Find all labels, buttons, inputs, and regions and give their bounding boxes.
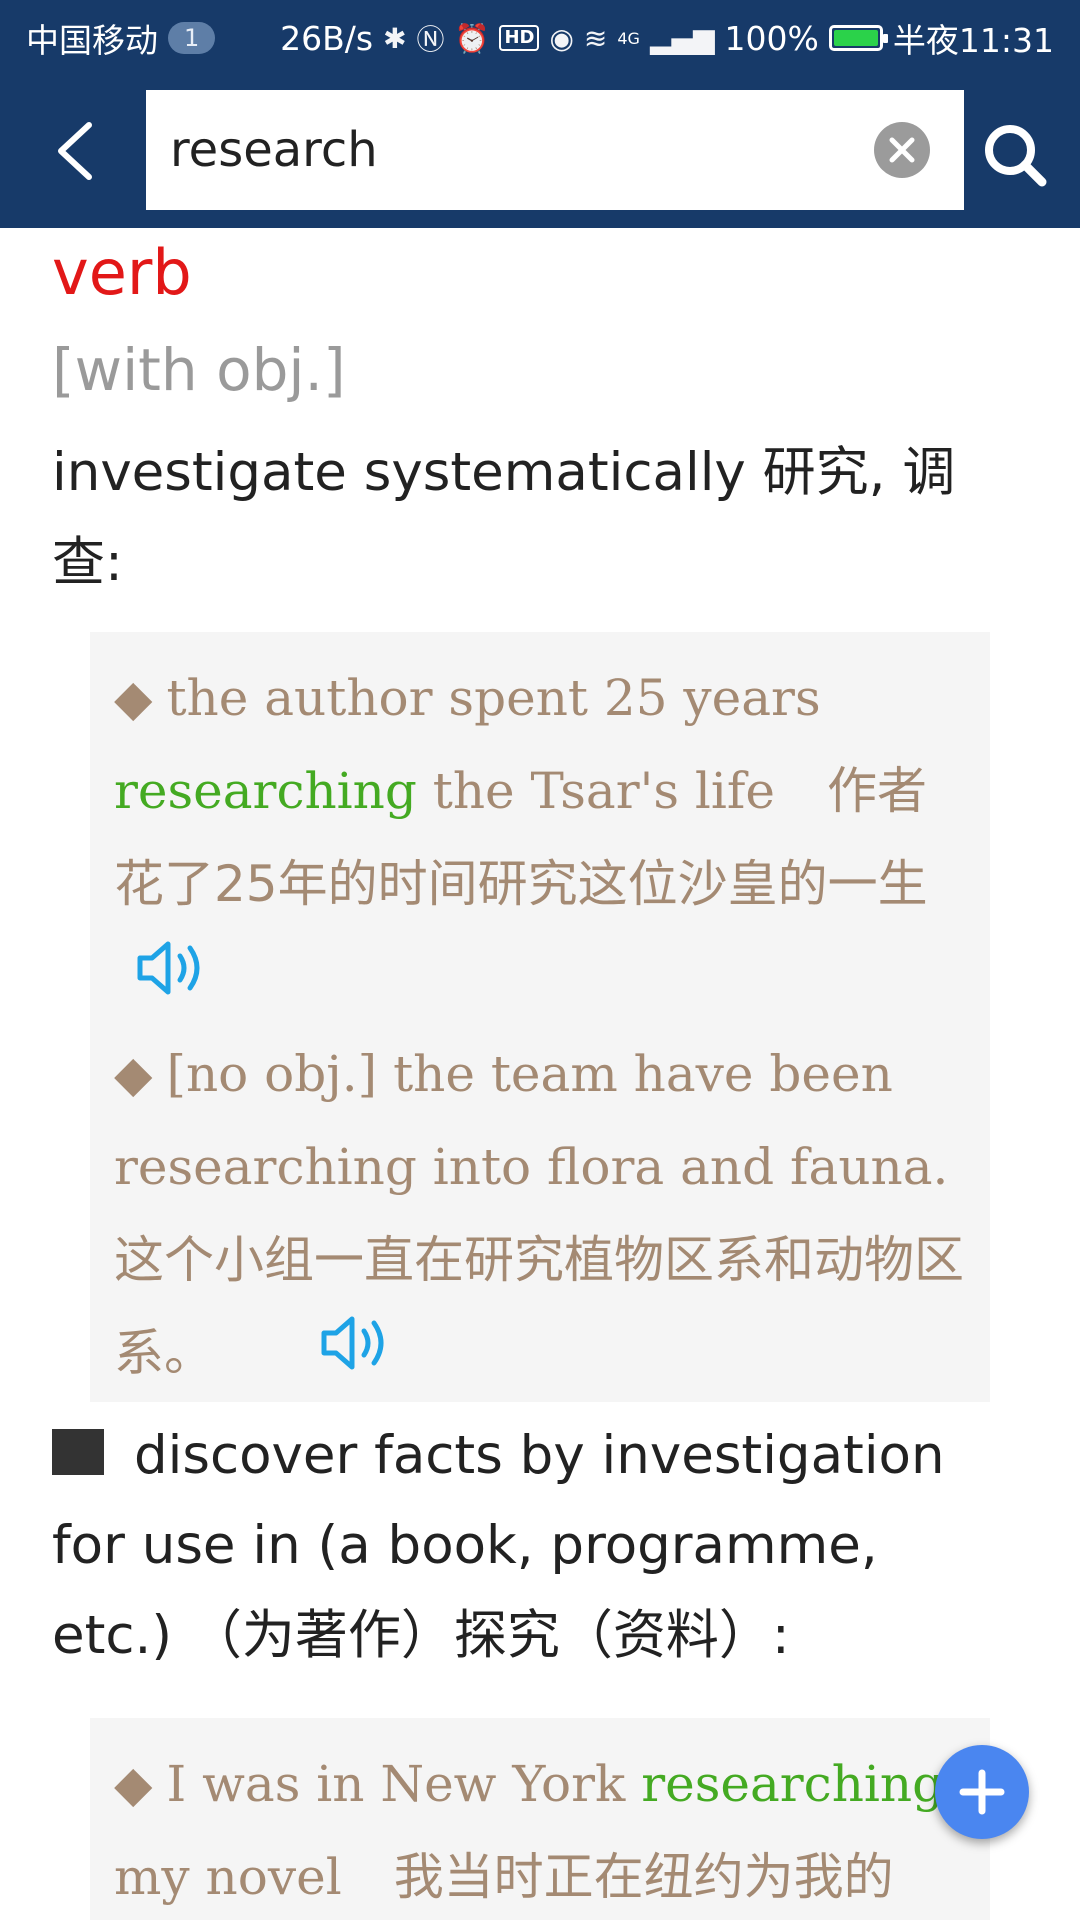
speaker-icon bbox=[321, 1316, 384, 1370]
diamond-bullet-icon: ◆ bbox=[114, 1755, 153, 1813]
example-1: ◆ the author spent 25 years researching t… bbox=[114, 652, 966, 1028]
speaker-button[interactable] bbox=[136, 935, 210, 1028]
sense-2-examples: ◆ I was in New York researching my novel 我… bbox=[90, 1718, 990, 1920]
battery-icon bbox=[828, 25, 888, 51]
clear-circle-icon bbox=[889, 137, 915, 163]
sense-2-definition: discover facts by investigation for use … bbox=[52, 1411, 1012, 1681]
grammar-note: [with obj.] bbox=[52, 336, 346, 404]
diamond-bullet-icon: ◆ bbox=[114, 669, 153, 727]
search-box bbox=[146, 90, 964, 210]
alarm-icon: ⏰ bbox=[454, 21, 490, 55]
example-3-en-after: my novel bbox=[114, 1848, 342, 1906]
status-right: 26B/s ✱ Ⓝ ⏰ HD ◉ ≋ 4G ▂▄▆ 100% 半夜11:31 bbox=[280, 14, 1054, 62]
search-input[interactable] bbox=[170, 90, 870, 210]
sense-1-definition: investigate systematically 研究, 调查: bbox=[52, 442, 956, 593]
search-button[interactable] bbox=[980, 120, 1050, 190]
search-icon bbox=[985, 125, 1047, 187]
example-2: ◆ [no obj.] the team have been researchin… bbox=[114, 1028, 966, 1404]
sense-1-examples: ◆ the author spent 25 years researching t… bbox=[90, 632, 990, 1402]
eye-icon: ◉ bbox=[549, 21, 574, 55]
speaker-button[interactable] bbox=[320, 1310, 394, 1403]
diamond-bullet-icon: ◆ bbox=[114, 1044, 153, 1103]
battery-percent: 100% bbox=[724, 18, 819, 58]
example-3-en-before: I was in New York bbox=[166, 1755, 642, 1813]
sim-badge: 1 bbox=[168, 22, 216, 54]
hd-icon: HD bbox=[499, 25, 540, 51]
net-speed: 26B/s bbox=[280, 18, 374, 58]
nfc-icon: Ⓝ bbox=[416, 23, 445, 56]
example-1-en-after: the Tsar's life bbox=[416, 762, 775, 820]
network-type: 4G bbox=[617, 28, 640, 48]
clock-time: 半夜11:31 bbox=[892, 21, 1054, 60]
speaker-icon bbox=[137, 941, 200, 994]
bluetooth-icon: ✱ bbox=[383, 21, 407, 55]
dictionary-content[interactable]: verb [with obj.] investigate systematica… bbox=[0, 228, 1080, 1920]
example-3-highlight: researching bbox=[641, 1755, 945, 1813]
example-2-en: [no obj.] the team have been researching… bbox=[114, 1044, 949, 1196]
status-bar: 中国移动 1 26B/s ✱ Ⓝ ⏰ HD ◉ ≋ 4G ▂▄▆ 100% 半夜… bbox=[0, 0, 1080, 76]
example-1-highlight: researching bbox=[114, 762, 417, 820]
clear-button[interactable] bbox=[874, 122, 930, 178]
search-toolbar bbox=[0, 76, 1080, 228]
wifi-icon: ≋ bbox=[583, 21, 608, 55]
example-3: ◆ I was in New York researching my novel 我… bbox=[114, 1738, 966, 1920]
plus-icon bbox=[959, 1769, 1005, 1815]
example-3-zh: 我当时正在纽约为我的 bbox=[393, 1848, 894, 1906]
example-2-zh: 这个小组一直在研究植物区系和动物区系。 bbox=[114, 1230, 964, 1382]
status-left: 中国移动 1 bbox=[26, 14, 216, 62]
back-button[interactable] bbox=[40, 116, 110, 186]
square-bullet-icon bbox=[52, 1429, 104, 1475]
part-of-speech: verb bbox=[52, 236, 192, 309]
signal-icon: ▂▄▆ bbox=[649, 21, 715, 55]
chevron-left-icon bbox=[58, 122, 92, 180]
example-1-en-before: the author spent 25 years bbox=[166, 669, 821, 727]
carrier-name: 中国移动 bbox=[26, 21, 158, 60]
sense-2-definition-text: discover facts by investigation for use … bbox=[52, 1425, 945, 1666]
add-button[interactable] bbox=[935, 1745, 1029, 1839]
